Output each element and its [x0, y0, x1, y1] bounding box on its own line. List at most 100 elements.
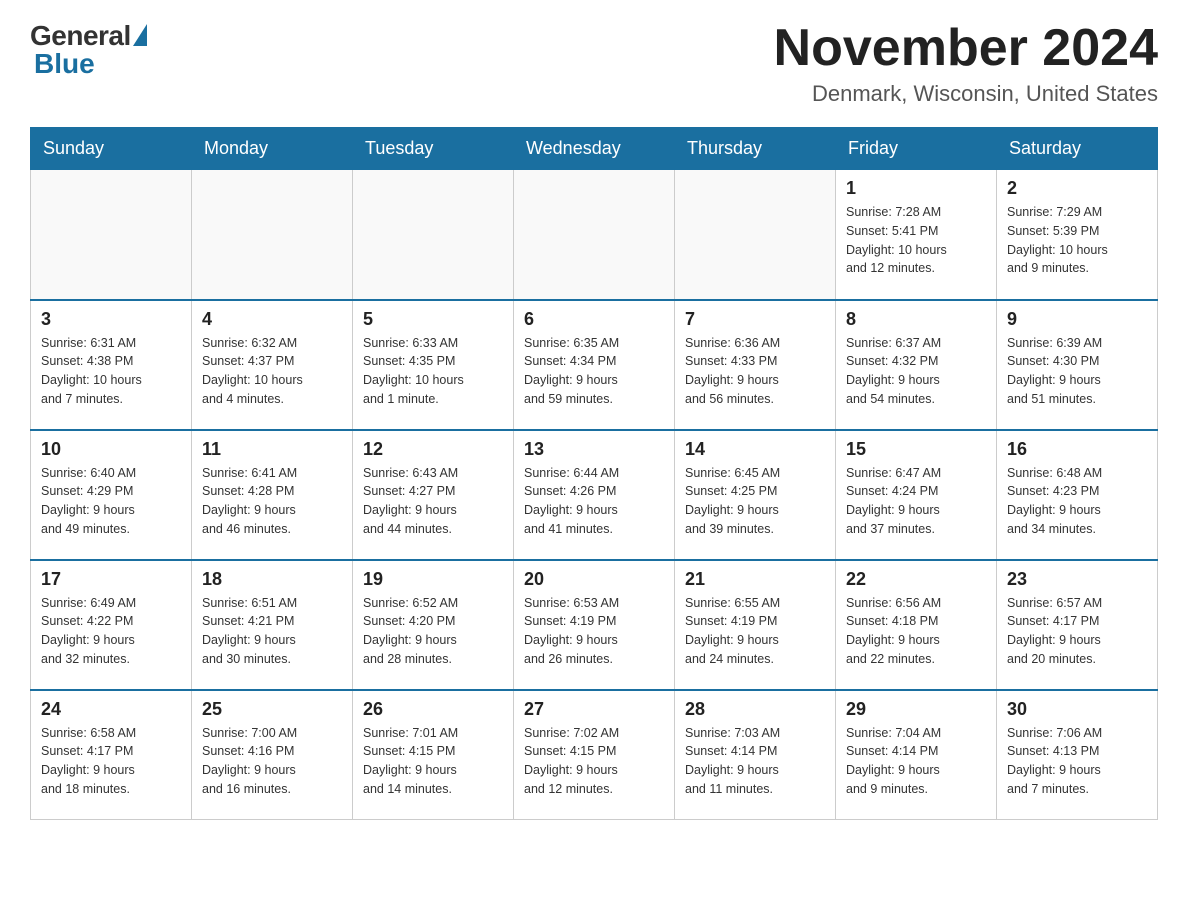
- day-number: 10: [41, 439, 181, 460]
- table-row: 5 Sunrise: 6:33 AM Sunset: 4:35 PM Daylig…: [353, 300, 514, 430]
- day-info: Sunrise: 6:40 AM Sunset: 4:29 PM Dayligh…: [41, 464, 181, 539]
- calendar-week-row: 24Sunrise: 6:58 AM Sunset: 4:17 PM Dayli…: [31, 690, 1158, 820]
- col-sunday: Sunday: [31, 128, 192, 170]
- table-row: 27 Sunrise: 7:02 AM Sunset: 4:15 PM Dayli…: [514, 690, 675, 820]
- day-info: Sunrise: 6:52 AM Sunset: 4:20 PM Dayligh…: [363, 594, 503, 669]
- table-row: 26 Sunrise: 7:01 AM Sunset: 4:15 PM Dayli…: [353, 690, 514, 820]
- logo: General Blue: [30, 20, 147, 80]
- table-row: [514, 170, 675, 300]
- calendar-week-row: 17Sunrise: 6:49 AM Sunset: 4:22 PM Dayli…: [31, 560, 1158, 690]
- day-number: 24: [41, 699, 181, 720]
- title-section: November 2024 Denmark, Wisconsin, United…: [774, 20, 1158, 107]
- calendar-week-row: 1 Sunrise: 7:28 AM Sunset: 5:41 PM Daylig…: [31, 170, 1158, 300]
- day-info: Sunrise: 7:29 AM Sunset: 5:39 PM Dayligh…: [1007, 203, 1147, 278]
- table-row: 1 Sunrise: 7:28 AM Sunset: 5:41 PM Daylig…: [836, 170, 997, 300]
- table-row: [353, 170, 514, 300]
- day-number: 22: [846, 569, 986, 590]
- table-row: 29Sunrise: 7:04 AM Sunset: 4:14 PM Dayli…: [836, 690, 997, 820]
- day-info: Sunrise: 7:28 AM Sunset: 5:41 PM Dayligh…: [846, 203, 986, 278]
- day-number: 5: [363, 309, 503, 330]
- table-row: 6Sunrise: 6:35 AM Sunset: 4:34 PM Daylig…: [514, 300, 675, 430]
- day-number: 26: [363, 699, 503, 720]
- day-number: 7: [685, 309, 825, 330]
- table-row: 28Sunrise: 7:03 AM Sunset: 4:14 PM Dayli…: [675, 690, 836, 820]
- table-row: 25Sunrise: 7:00 AM Sunset: 4:16 PM Dayli…: [192, 690, 353, 820]
- table-row: [31, 170, 192, 300]
- day-number: 27: [524, 699, 664, 720]
- day-number: 3: [41, 309, 181, 330]
- table-row: [192, 170, 353, 300]
- day-info: Sunrise: 7:04 AM Sunset: 4:14 PM Dayligh…: [846, 724, 986, 799]
- day-number: 17: [41, 569, 181, 590]
- day-info: Sunrise: 6:53 AM Sunset: 4:19 PM Dayligh…: [524, 594, 664, 669]
- table-row: 14Sunrise: 6:45 AM Sunset: 4:25 PM Dayli…: [675, 430, 836, 560]
- table-row: 30 Sunrise: 7:06 AM Sunset: 4:13 PM Dayli…: [997, 690, 1158, 820]
- day-info: Sunrise: 7:01 AM Sunset: 4:15 PM Dayligh…: [363, 724, 503, 799]
- day-info: Sunrise: 7:00 AM Sunset: 4:16 PM Dayligh…: [202, 724, 342, 799]
- day-info: Sunrise: 6:51 AM Sunset: 4:21 PM Dayligh…: [202, 594, 342, 669]
- day-number: 13: [524, 439, 664, 460]
- day-info: Sunrise: 6:44 AM Sunset: 4:26 PM Dayligh…: [524, 464, 664, 539]
- table-row: 2 Sunrise: 7:29 AM Sunset: 5:39 PM Daylig…: [997, 170, 1158, 300]
- day-info: Sunrise: 7:06 AM Sunset: 4:13 PM Dayligh…: [1007, 724, 1147, 799]
- table-row: 9 Sunrise: 6:39 AM Sunset: 4:30 PM Daylig…: [997, 300, 1158, 430]
- day-number: 9: [1007, 309, 1147, 330]
- day-number: 1: [846, 178, 986, 199]
- table-row: 20 Sunrise: 6:53 AM Sunset: 4:19 PM Dayli…: [514, 560, 675, 690]
- table-row: 13 Sunrise: 6:44 AM Sunset: 4:26 PM Dayli…: [514, 430, 675, 560]
- col-thursday: Thursday: [675, 128, 836, 170]
- day-info: Sunrise: 6:36 AM Sunset: 4:33 PM Dayligh…: [685, 334, 825, 409]
- day-number: 15: [846, 439, 986, 460]
- day-number: 20: [524, 569, 664, 590]
- day-info: Sunrise: 6:32 AM Sunset: 4:37 PM Dayligh…: [202, 334, 342, 409]
- day-info: Sunrise: 6:56 AM Sunset: 4:18 PM Dayligh…: [846, 594, 986, 669]
- day-info: Sunrise: 6:55 AM Sunset: 4:19 PM Dayligh…: [685, 594, 825, 669]
- calendar-week-row: 10 Sunrise: 6:40 AM Sunset: 4:29 PM Dayli…: [31, 430, 1158, 560]
- table-row: 12 Sunrise: 6:43 AM Sunset: 4:27 PM Dayli…: [353, 430, 514, 560]
- table-row: 18 Sunrise: 6:51 AM Sunset: 4:21 PM Dayli…: [192, 560, 353, 690]
- table-row: 17Sunrise: 6:49 AM Sunset: 4:22 PM Dayli…: [31, 560, 192, 690]
- table-row: 21 Sunrise: 6:55 AM Sunset: 4:19 PM Dayli…: [675, 560, 836, 690]
- table-row: [675, 170, 836, 300]
- col-saturday: Saturday: [997, 128, 1158, 170]
- table-row: 23Sunrise: 6:57 AM Sunset: 4:17 PM Dayli…: [997, 560, 1158, 690]
- day-number: 2: [1007, 178, 1147, 199]
- table-row: 8 Sunrise: 6:37 AM Sunset: 4:32 PM Daylig…: [836, 300, 997, 430]
- day-number: 30: [1007, 699, 1147, 720]
- day-number: 19: [363, 569, 503, 590]
- day-info: Sunrise: 6:33 AM Sunset: 4:35 PM Dayligh…: [363, 334, 503, 409]
- day-number: 11: [202, 439, 342, 460]
- table-row: 3Sunrise: 6:31 AM Sunset: 4:38 PM Daylig…: [31, 300, 192, 430]
- table-row: 11 Sunrise: 6:41 AM Sunset: 4:28 PM Dayli…: [192, 430, 353, 560]
- day-number: 14: [685, 439, 825, 460]
- col-friday: Friday: [836, 128, 997, 170]
- table-row: 24Sunrise: 6:58 AM Sunset: 4:17 PM Dayli…: [31, 690, 192, 820]
- logo-triangle-icon: [133, 24, 147, 46]
- day-info: Sunrise: 6:39 AM Sunset: 4:30 PM Dayligh…: [1007, 334, 1147, 409]
- day-info: Sunrise: 7:02 AM Sunset: 4:15 PM Dayligh…: [524, 724, 664, 799]
- day-info: Sunrise: 6:43 AM Sunset: 4:27 PM Dayligh…: [363, 464, 503, 539]
- table-row: 22 Sunrise: 6:56 AM Sunset: 4:18 PM Dayli…: [836, 560, 997, 690]
- day-number: 16: [1007, 439, 1147, 460]
- table-row: 10 Sunrise: 6:40 AM Sunset: 4:29 PM Dayli…: [31, 430, 192, 560]
- day-info: Sunrise: 6:41 AM Sunset: 4:28 PM Dayligh…: [202, 464, 342, 539]
- calendar-week-row: 3Sunrise: 6:31 AM Sunset: 4:38 PM Daylig…: [31, 300, 1158, 430]
- day-number: 8: [846, 309, 986, 330]
- col-wednesday: Wednesday: [514, 128, 675, 170]
- table-row: 4 Sunrise: 6:32 AM Sunset: 4:37 PM Daylig…: [192, 300, 353, 430]
- month-title: November 2024: [774, 20, 1158, 77]
- logo-blue-text: Blue: [30, 48, 95, 80]
- col-monday: Monday: [192, 128, 353, 170]
- day-info: Sunrise: 6:37 AM Sunset: 4:32 PM Dayligh…: [846, 334, 986, 409]
- calendar-header-row: Sunday Monday Tuesday Wednesday Thursday…: [31, 128, 1158, 170]
- day-number: 21: [685, 569, 825, 590]
- col-tuesday: Tuesday: [353, 128, 514, 170]
- table-row: 15Sunrise: 6:47 AM Sunset: 4:24 PM Dayli…: [836, 430, 997, 560]
- table-row: 16Sunrise: 6:48 AM Sunset: 4:23 PM Dayli…: [997, 430, 1158, 560]
- table-row: 19 Sunrise: 6:52 AM Sunset: 4:20 PM Dayli…: [353, 560, 514, 690]
- day-info: Sunrise: 6:57 AM Sunset: 4:17 PM Dayligh…: [1007, 594, 1147, 669]
- day-number: 4: [202, 309, 342, 330]
- day-number: 12: [363, 439, 503, 460]
- location-subtitle: Denmark, Wisconsin, United States: [774, 81, 1158, 107]
- day-number: 18: [202, 569, 342, 590]
